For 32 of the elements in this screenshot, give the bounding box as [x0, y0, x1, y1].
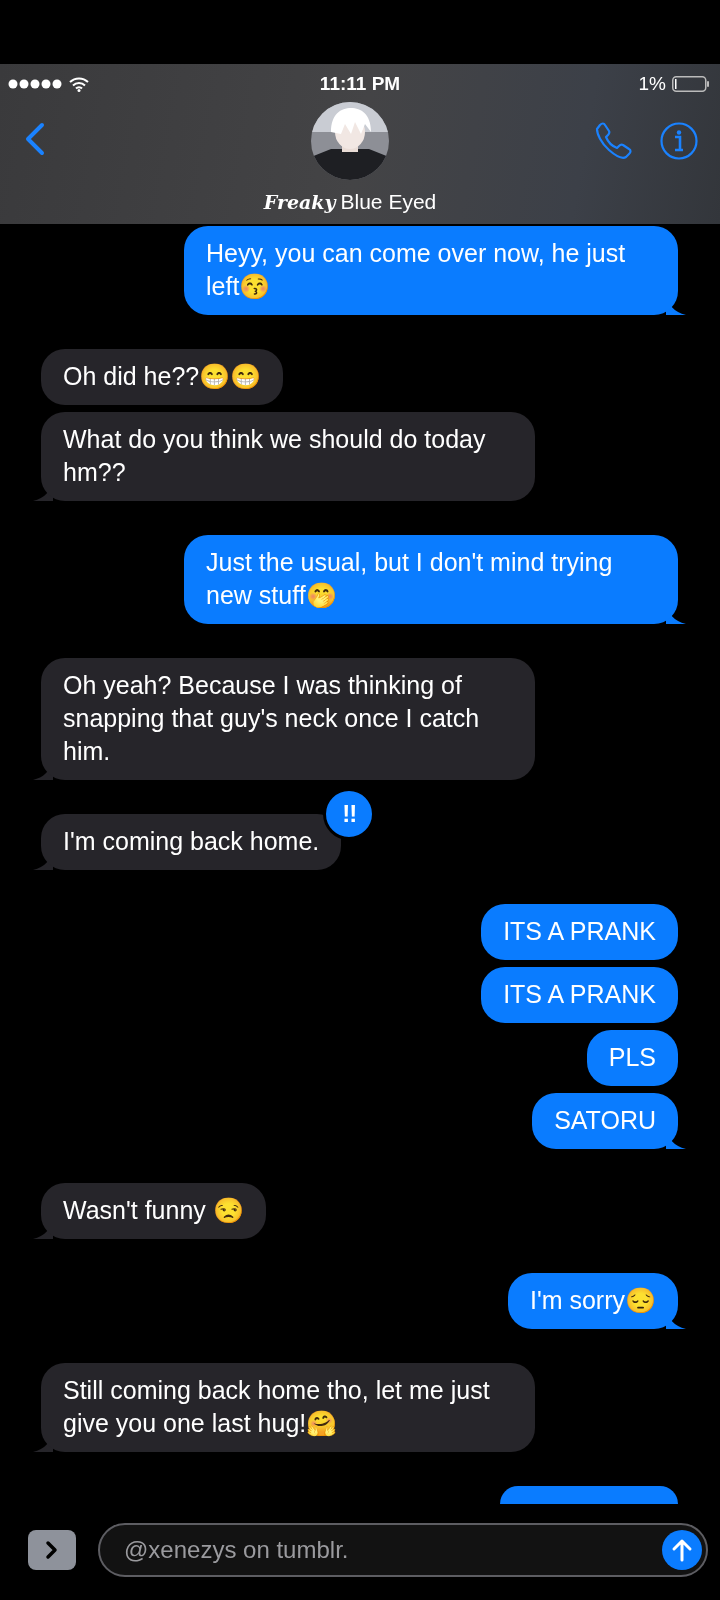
contact-name-prefix: Freaky: [263, 191, 336, 213]
message-field[interactable]: @xenezys on tumblr.: [98, 1523, 708, 1577]
back-button[interactable]: [24, 122, 46, 156]
contact-name: Blue Eyed: [340, 190, 437, 214]
message-bubble: Wasn't funny 😒: [41, 1183, 266, 1239]
message-bubble: What do you think we should do today hm??: [41, 412, 535, 501]
call-button[interactable]: [594, 122, 634, 160]
info-button[interactable]: [660, 122, 698, 160]
message-bubble: I'm sorry😔: [507, 1273, 678, 1329]
chevron-left-icon: [24, 122, 46, 156]
arrow-up-icon: [671, 1538, 693, 1562]
status-time: 11:11 PM: [319, 73, 401, 95]
battery-icon: [672, 76, 710, 92]
phone-icon: [594, 122, 634, 160]
info-icon: [660, 122, 698, 160]
message-bubble: I'm coming back home.: [41, 814, 342, 870]
message-bubble: Oh yeah? Because I was thinking of snapping that guy's neck once I catch him.: [41, 658, 535, 780]
chevron-right-icon: [45, 1540, 59, 1560]
send-button[interactable]: [662, 1530, 702, 1570]
message-bubble: SATORU: [532, 1093, 678, 1149]
message-input[interactable]: @xenezys on tumblr.: [124, 1536, 662, 1564]
message-bubble: Still coming back home tho, let me just give you one last hug!🤗: [41, 1363, 535, 1452]
signal-icon: [8, 79, 63, 89]
message-bubble: Just the usual, but I don't mind trying new stuff🤭: [184, 535, 678, 624]
message-bubble: ITS A PRANK: [481, 904, 678, 960]
expand-button[interactable]: [28, 1530, 76, 1570]
message-bubble: PLS: [586, 1030, 678, 1086]
wifi-icon: [69, 76, 89, 92]
battery-percent: 1%: [638, 73, 666, 95]
message-bubble: Oh did he??😁😁: [41, 349, 284, 405]
message-bubble: Heyy, you can come over now, he just left😚: [184, 226, 678, 315]
message-bubble: ITS A PRANK: [481, 967, 678, 1023]
